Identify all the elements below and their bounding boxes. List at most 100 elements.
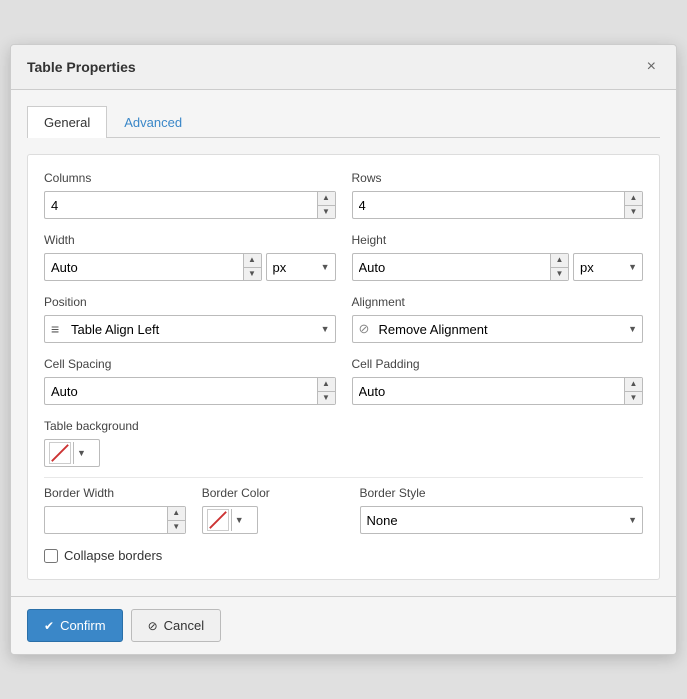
border-style-group: Border Style None Solid Dashed Dotted Do… [360, 486, 644, 534]
width-label: Width [44, 233, 336, 247]
cell-spacing-decrement[interactable]: ▼ [318, 392, 335, 405]
position-label: Position [44, 295, 336, 309]
border-width-group: Border Width ▲ ▼ [44, 486, 186, 534]
width-inline: ▲ ▼ px em % cm [44, 253, 336, 281]
border-color-group: Border Color ▼ [202, 486, 344, 534]
cell-spacing-input[interactable] [45, 378, 317, 404]
height-group: Height ▲ ▼ px em [352, 233, 644, 281]
height-input[interactable] [353, 254, 551, 280]
border-style-select-wrapper: None Solid Dashed Dotted Double [360, 506, 644, 534]
rows-group: Rows ▲ ▼ [352, 171, 644, 219]
border-color-label: Border Color [202, 486, 344, 500]
cell-padding-increment[interactable]: ▲ [625, 378, 642, 392]
tabs-container: General Advanced [27, 106, 660, 138]
columns-rows-row: Columns ▲ ▼ Rows ▲ [44, 171, 643, 219]
border-color-swatch [207, 509, 229, 531]
height-unit-select-wrapper: px em % cm [573, 253, 643, 281]
background-row: Table background ▼ [44, 419, 643, 467]
rows-increment[interactable]: ▲ [625, 192, 642, 206]
cell-spacing-increment[interactable]: ▲ [318, 378, 335, 392]
height-spinner: ▲ ▼ [550, 254, 568, 280]
cell-spacing-spinner: ▲ ▼ [317, 378, 335, 404]
alignment-select-wrapper: Remove Alignment Left Center Right [352, 315, 644, 343]
border-width-label: Border Width [44, 486, 186, 500]
width-input-container: ▲ ▼ [44, 253, 262, 281]
confirm-button[interactable]: ✔ Confirm [27, 609, 123, 642]
height-input-container: ▲ ▼ [352, 253, 570, 281]
height-decrement[interactable]: ▼ [551, 268, 568, 281]
alignment-group: Alignment Remove Alignment Left Center R… [352, 295, 644, 343]
border-width-input-container: ▲ ▼ [44, 506, 186, 534]
width-group: Width ▲ ▼ px em [44, 233, 336, 281]
border-width-input[interactable] [45, 507, 167, 533]
rows-input-container: ▲ ▼ [352, 191, 644, 219]
width-height-row: Width ▲ ▼ px em [44, 233, 643, 281]
border-row: Border Width ▲ ▼ Border Color [44, 486, 643, 534]
position-alignment-row: Position Table Align Left Table Align Ce… [44, 295, 643, 343]
position-select-wrapper: Table Align Left Table Align Center Tabl… [44, 315, 336, 343]
table-properties-dialog: Table Properties × General Advanced Colu… [10, 44, 677, 655]
position-select[interactable]: Table Align Left Table Align Center Tabl… [44, 315, 336, 343]
table-background-label: Table background [44, 419, 643, 433]
height-unit-select[interactable]: px em % cm [573, 253, 643, 281]
border-width-decrement[interactable]: ▼ [168, 521, 185, 534]
cell-padding-input[interactable] [353, 378, 625, 404]
close-button[interactable]: × [643, 57, 660, 77]
table-background-group: Table background ▼ [44, 419, 643, 467]
height-label: Height [352, 233, 644, 247]
rows-decrement[interactable]: ▼ [625, 206, 642, 219]
cell-spacing-group: Cell Spacing ▲ ▼ [44, 357, 336, 405]
collapse-borders-label[interactable]: Collapse borders [64, 548, 162, 563]
rows-spinner: ▲ ▼ [624, 192, 642, 218]
form-content: Columns ▲ ▼ Rows ▲ [27, 154, 660, 580]
width-spinner: ▲ ▼ [243, 254, 261, 280]
border-color-button[interactable]: ▼ [202, 506, 258, 534]
width-decrement[interactable]: ▼ [244, 268, 261, 281]
cell-spacing-label: Cell Spacing [44, 357, 336, 371]
dialog-body: General Advanced Columns ▲ ▼ [11, 90, 676, 596]
cell-padding-spinner: ▲ ▼ [624, 378, 642, 404]
width-unit-select[interactable]: px em % cm [266, 253, 336, 281]
columns-spinner: ▲ ▼ [317, 192, 335, 218]
dialog-footer: ✔ Confirm ⊘ Cancel [11, 596, 676, 654]
check-icon: ✔ [44, 619, 54, 633]
border-width-increment[interactable]: ▲ [168, 507, 185, 521]
width-increment[interactable]: ▲ [244, 254, 261, 268]
columns-decrement[interactable]: ▼ [318, 206, 335, 219]
alignment-select[interactable]: Remove Alignment Left Center Right [352, 315, 644, 343]
border-style-label: Border Style [360, 486, 644, 500]
dialog-title: Table Properties [27, 59, 136, 75]
dialog-header: Table Properties × [11, 45, 676, 90]
collapse-borders-row: Collapse borders [44, 548, 643, 563]
section-divider [44, 477, 643, 478]
columns-input-container: ▲ ▼ [44, 191, 336, 219]
columns-input[interactable] [45, 192, 317, 218]
width-input[interactable] [45, 254, 243, 280]
cell-padding-label: Cell Padding [352, 357, 644, 371]
table-background-swatch [49, 442, 71, 464]
rows-label: Rows [352, 171, 644, 185]
cancel-label: Cancel [164, 618, 204, 633]
rows-input[interactable] [353, 192, 625, 218]
table-background-color-button[interactable]: ▼ [44, 439, 100, 467]
border-style-select[interactable]: None Solid Dashed Dotted Double [360, 506, 644, 534]
confirm-label: Confirm [60, 618, 106, 633]
tab-advanced[interactable]: Advanced [107, 106, 199, 138]
cell-padding-input-container: ▲ ▼ [352, 377, 644, 405]
cell-spacing-input-container: ▲ ▼ [44, 377, 336, 405]
position-group: Position Table Align Left Table Align Ce… [44, 295, 336, 343]
cell-padding-group: Cell Padding ▲ ▼ [352, 357, 644, 405]
border-width-spinner: ▲ ▼ [167, 507, 185, 533]
collapse-borders-checkbox[interactable] [44, 549, 58, 563]
border-color-arrow: ▼ [231, 509, 244, 531]
height-increment[interactable]: ▲ [551, 254, 568, 268]
cancel-icon: ⊘ [148, 619, 158, 633]
cancel-button[interactable]: ⊘ Cancel [131, 609, 222, 642]
spacing-padding-row: Cell Spacing ▲ ▼ Cell Padding ▲ [44, 357, 643, 405]
tab-general[interactable]: General [27, 106, 107, 138]
height-inline: ▲ ▼ px em % cm [352, 253, 644, 281]
alignment-label: Alignment [352, 295, 644, 309]
columns-increment[interactable]: ▲ [318, 192, 335, 206]
table-background-arrow: ▼ [73, 442, 86, 464]
cell-padding-decrement[interactable]: ▼ [625, 392, 642, 405]
